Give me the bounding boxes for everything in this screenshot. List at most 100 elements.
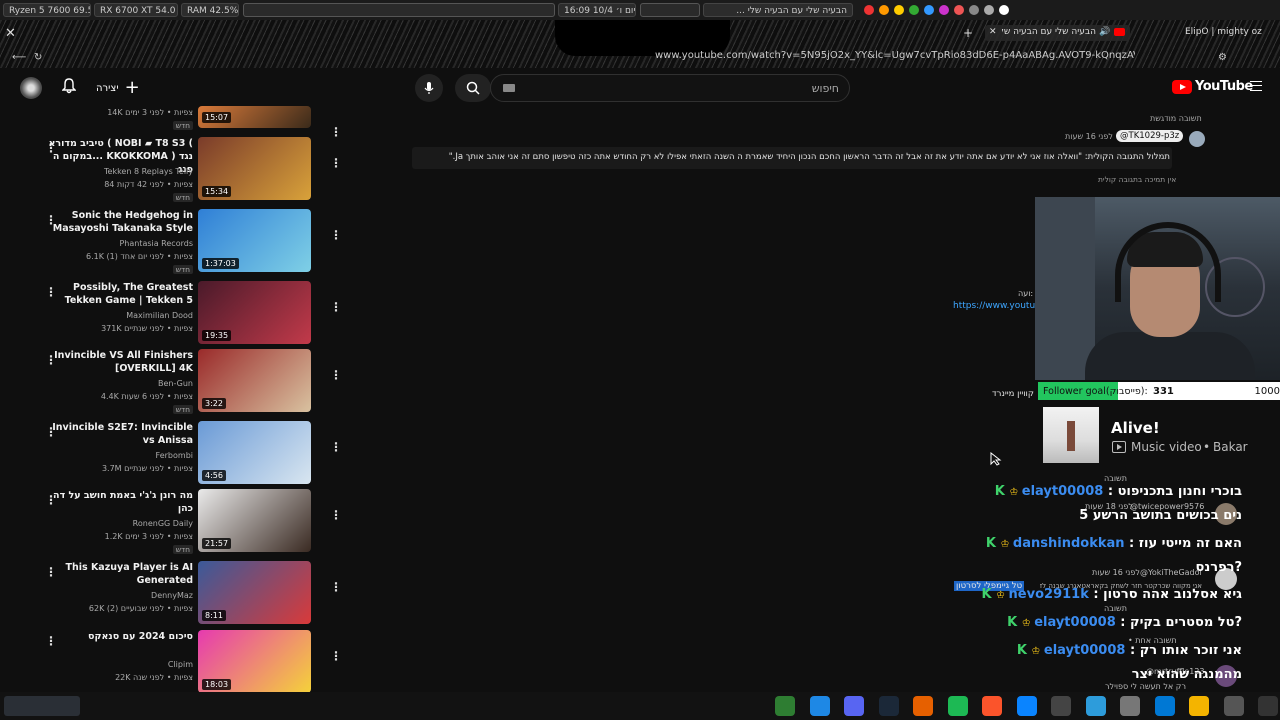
chrome-icon[interactable]	[1189, 696, 1209, 716]
notes-icon[interactable]	[1223, 696, 1244, 716]
chat-username[interactable]: elayt00008	[1044, 643, 1126, 658]
tray-app-icon[interactable]	[894, 5, 904, 15]
chat-separator: :	[1125, 643, 1140, 658]
discord-icon[interactable]	[844, 696, 864, 716]
address-bar[interactable]: www.youtube.com/watch?v=5N95jO2x_YY&lc=U…	[655, 50, 1135, 61]
video-title[interactable]: Possibly, The Greatest Tekken Game | Tek…	[43, 281, 193, 307]
more-options-icon[interactable]: ⋮	[330, 229, 342, 241]
keyboard-icon[interactable]	[503, 84, 515, 92]
comment-text: תמלול התגובה הקולית: "וואלה אוז אני לא י…	[448, 152, 1170, 162]
more-options-icon[interactable]: ⋮	[330, 509, 342, 521]
desktop-icon[interactable]	[1258, 696, 1278, 716]
video-channel[interactable]: RonenGG Daily	[133, 519, 193, 528]
follower-target: 1000	[1254, 385, 1280, 397]
more-options-icon[interactable]: ⋮	[330, 369, 342, 381]
reply-label[interactable]: תשובה	[1104, 604, 1127, 613]
video-channel[interactable]: Ben-Gun	[158, 379, 193, 388]
video-list-item[interactable]: 19:35 ⋮ Possibly, The Greatest Tekken Game…	[0, 281, 345, 345]
more-options-icon[interactable]: ⋮	[330, 441, 342, 453]
close-window-icon[interactable]: ✕	[5, 26, 16, 41]
video-list-item[interactable]: 4:56 ⋮ Invincible S2E7: Invincible vs Anis…	[0, 421, 345, 485]
video-title[interactable]: This Kazuya Player is AI Generated	[43, 561, 193, 587]
chat-text: נים בכושים בתושב הרשע 5	[1079, 508, 1242, 523]
video-list-item[interactable]: 15:34 ⋮ טיביב מדורא ( NOBI ▰ T8 S3 ( במקום…	[0, 137, 345, 202]
steam-icon[interactable]	[878, 696, 899, 716]
back-icon[interactable]: ⟵	[12, 52, 26, 63]
video-list-item[interactable]: 21:57 ⋮ מה רונן ג'ג'י באמת חושב על דה כהן R…	[0, 489, 345, 554]
tray-app-icon[interactable]	[864, 5, 874, 15]
terminal-icon[interactable]	[775, 696, 795, 716]
reply-label[interactable]: תשובה	[1104, 474, 1127, 483]
search-input[interactable]: חיפוש	[490, 74, 850, 102]
browser-icon[interactable]	[1016, 696, 1037, 716]
tab-close-icon[interactable]: ✕	[989, 27, 997, 37]
tray-app-icon[interactable]	[924, 5, 934, 15]
stack-icon[interactable]	[1085, 696, 1106, 716]
inkscape-icon[interactable]	[1051, 696, 1071, 716]
chat-username[interactable]: elayt00008	[1022, 484, 1104, 499]
tray-app-icon[interactable]	[879, 5, 889, 15]
more-options-icon[interactable]: ⋮	[330, 126, 342, 138]
avatar[interactable]	[20, 77, 42, 99]
more-options-icon[interactable]: ⋮	[330, 301, 342, 313]
comment-author[interactable]: @TK1029-p3z	[1116, 130, 1184, 142]
video-list-item[interactable]: 8:11 ⋮ This Kazuya Player is AI Generated D…	[0, 561, 345, 625]
tray-app-icon[interactable]	[969, 5, 979, 15]
video-channel[interactable]: Clipim	[168, 660, 193, 669]
tab-audio-icon[interactable]: 🔊	[1099, 27, 1110, 37]
video-channel[interactable]: DennyMaz	[151, 591, 193, 600]
tray-app-icon[interactable]	[909, 5, 919, 15]
reload-icon[interactable]: ↻	[34, 52, 42, 63]
video-channel[interactable]: Phantasia Records	[119, 239, 193, 248]
video-title[interactable]: מה רונן ג'ג'י באמת חושב על דה כהן	[43, 489, 193, 515]
chat-username[interactable]: nevo2911k	[1009, 587, 1089, 602]
chat-message: K ♔ elayt00008 : בוכרי וחנון בתכניפוט	[995, 484, 1242, 499]
tray-app-icon[interactable]	[984, 5, 994, 15]
workspace-switcher[interactable]	[4, 696, 80, 716]
store-icon[interactable]	[1154, 696, 1175, 716]
chat-username[interactable]: danshindokkan	[1013, 536, 1125, 551]
commenter-avatar[interactable]	[1189, 131, 1205, 147]
firefox-icon[interactable]	[913, 696, 933, 716]
system-tray[interactable]	[859, 5, 1009, 15]
spotify-icon[interactable]	[947, 696, 968, 716]
video-list-item[interactable]: 3:22 ⋮ Invincible VS All Finishers [OVERKI…	[0, 349, 345, 414]
tray-app-icon[interactable]	[939, 5, 949, 15]
video-channel[interactable]: Tekken 8 Replays Telly	[104, 167, 193, 176]
voice-search-button[interactable]	[415, 74, 443, 102]
more-options-icon[interactable]: ⋮	[330, 157, 342, 169]
chat-username[interactable]: elayt00008	[1034, 615, 1116, 630]
now-playing[interactable]: הבעיה שלי עם הבעיה שלי ...	[703, 3, 853, 17]
brave-icon[interactable]	[982, 696, 1002, 716]
tray-app-icon[interactable]	[999, 5, 1009, 15]
video-list-item[interactable]: 1:37:03 ⋮ Sonic the Hedgehog in Masayoshi …	[0, 209, 345, 274]
browser-chrome: ✕ + ✕ הבעיה שלי עם הבעיה שלי 🔊 ElipO | m…	[0, 20, 1280, 68]
tray-app-icon[interactable]	[954, 5, 964, 15]
search-button[interactable]	[455, 74, 491, 102]
menu-icon[interactable]	[1250, 81, 1262, 91]
notifications-bell-icon[interactable]	[61, 78, 77, 94]
workspace-bar[interactable]	[243, 3, 555, 17]
workspace-bar-2[interactable]	[640, 3, 700, 17]
video-title[interactable]: Invincible S2E7: Invincible vs Anissa	[43, 421, 193, 447]
video-channel[interactable]: Ferbombi	[156, 451, 193, 460]
more-options-icon[interactable]: ⋮	[330, 581, 342, 593]
youtube-logo[interactable]: YouTube	[1172, 79, 1253, 94]
video-channel[interactable]: Maximilian Dood	[126, 311, 193, 320]
comment-time: לפני 16 שעות	[1065, 132, 1113, 141]
video-duration: 15:34	[202, 186, 232, 197]
new-tab-icon[interactable]: +	[963, 26, 973, 40]
video-title[interactable]: Invincible VS All Finishers [OVERKILL] 4…	[43, 349, 193, 375]
clock: 16:09 יום ו׳ 10/4	[558, 3, 636, 17]
video-title[interactable]: סיכום 2024 עם סנאקס	[43, 630, 193, 643]
files-icon[interactable]	[1120, 696, 1140, 716]
more-options-icon[interactable]: ⋮	[330, 650, 342, 662]
extensions-icon[interactable]: ⚙	[1218, 52, 1227, 63]
create-button[interactable]: יצירה +	[96, 78, 140, 98]
windows-icon[interactable]	[809, 696, 830, 716]
profile-text[interactable]: ElipO | mighty oz	[1185, 27, 1262, 37]
video-title[interactable]: Sonic the Hedgehog in Masayoshi Takanaka…	[43, 209, 193, 235]
comment-link[interactable]: https://www.youtub	[953, 301, 1041, 311]
video-list-item[interactable]: 18:03 ⋮ סיכום 2024 עם סנאקס Clipim 22K צפיות…	[0, 630, 345, 694]
music-artist: Bakar	[1213, 440, 1248, 454]
